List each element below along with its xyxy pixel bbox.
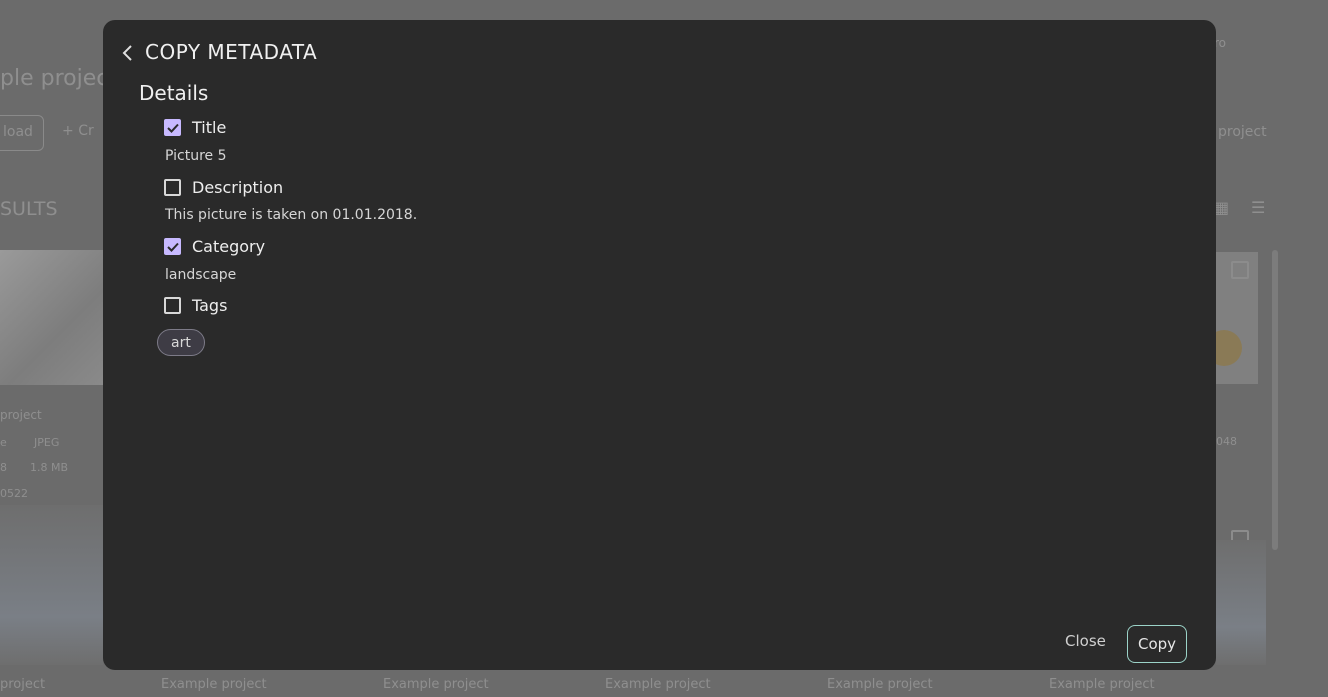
bg-footer-item-4: Example project [827,677,933,692]
category-checkbox[interactable] [164,238,181,255]
check-icon [166,123,179,133]
bg-project-link: project [1218,124,1267,140]
bg-footer-item-3: Example project [605,677,711,692]
copy-button[interactable]: Copy [1127,625,1187,663]
title-checkbox[interactable] [164,119,181,136]
check-icon [166,242,179,252]
tags-label: Tags [192,296,228,315]
bg-footer-item-0: project [0,677,46,692]
description-checkbox[interactable] [164,179,181,196]
bg-create-label: + Cr [62,123,94,139]
bg-card-meta-4: 1.8 MB [30,461,69,474]
category-label: Category [192,237,266,256]
copy-metadata-dialog: COPY METADATA Details Title Picture 5 De… [103,20,1216,670]
bg-scrollbar [1272,250,1278,550]
dialog-title: COPY METADATA [145,40,318,64]
field-category-checkbox-row[interactable]: Category [164,237,265,256]
bg-card-meta-2: JPEG [34,436,60,449]
bg-card-meta-1: e [0,436,7,449]
bg-grid-icon: ▦ [1214,198,1230,217]
title-value: Picture 5 [165,148,227,164]
bg-card-meta-0: project [0,408,42,422]
title-label: Title [192,118,227,137]
bg-card-image [0,250,103,385]
description-value: This picture is taken on 01.01.2018. [165,207,418,223]
field-description-checkbox-row[interactable]: Description [164,178,283,197]
back-button[interactable] [117,42,137,64]
bg-card-size: 048 [1216,435,1237,448]
bg-project-title: ple project [0,66,117,91]
tags-checkbox[interactable] [164,297,181,314]
bg-list-icon: ☰ [1251,198,1266,217]
bg-footer-item-1: Example project [161,677,267,692]
bg-upload-label: load [3,124,33,140]
description-label: Description [192,178,284,197]
bg-card-bottom-left [0,505,103,665]
bg-card-checkbox [1231,261,1249,279]
tag-chip: art [157,329,205,356]
chevron-left-icon [122,45,132,61]
bg-card-meta-5: 0522 [0,487,28,500]
bg-results-label: SULTS [0,198,58,220]
bg-footer-item-2: Example project [383,677,489,692]
bg-upload-button: load [0,115,44,151]
field-tags-checkbox-row[interactable]: Tags [164,296,227,315]
bg-footer-item-5: Example project [1049,677,1155,692]
bg-create-text: Cr [78,123,94,139]
field-title-checkbox-row[interactable]: Title [164,118,226,137]
close-button[interactable]: Close [1065,632,1106,650]
category-value: landscape [165,267,237,283]
section-title: Details [139,81,209,105]
bg-card-bottom-right [1216,540,1266,665]
bg-card-meta-3: 8 [0,461,7,474]
